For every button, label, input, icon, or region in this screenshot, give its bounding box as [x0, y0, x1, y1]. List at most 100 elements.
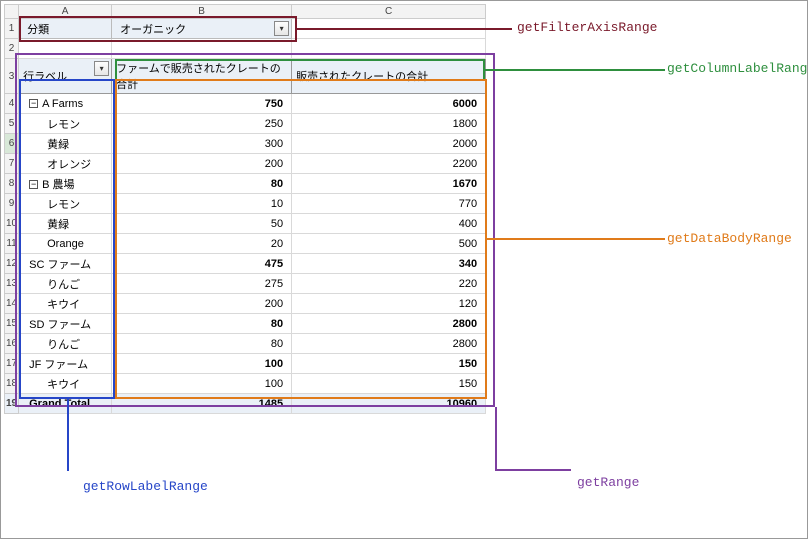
- column-header-c-cell[interactable]: 販売されたクレートの合計: [292, 59, 486, 94]
- row-label-cell[interactable]: 黄緑: [19, 214, 112, 234]
- grand-total-label[interactable]: Grand Total: [19, 394, 112, 414]
- collapse-icon[interactable]: −: [29, 99, 38, 108]
- row-label-cell[interactable]: りんご: [19, 334, 112, 354]
- data-cell-b[interactable]: 100: [112, 374, 292, 394]
- data-cell-c[interactable]: 2800: [292, 334, 486, 354]
- row-label-cell[interactable]: Orange: [19, 234, 112, 254]
- data-cell-c[interactable]: 400: [292, 214, 486, 234]
- row-label-cell[interactable]: JF ファーム: [19, 354, 112, 374]
- data-cell-c[interactable]: 220: [292, 274, 486, 294]
- data-cell-c[interactable]: 770: [292, 194, 486, 214]
- row-label-text: レモン: [47, 199, 80, 211]
- data-cell-c[interactable]: 150: [292, 374, 486, 394]
- row-header-15[interactable]: 15: [5, 314, 19, 334]
- filter-value-cell[interactable]: オーガニック ▾: [112, 19, 292, 39]
- data-cell-b[interactable]: 20: [112, 234, 292, 254]
- filter-dropdown-icon[interactable]: ▾: [274, 21, 289, 36]
- row-header-1[interactable]: 1: [5, 19, 19, 39]
- row-label-cell[interactable]: オレンジ: [19, 154, 112, 174]
- data-cell-b[interactable]: 275: [112, 274, 292, 294]
- row-label-cell[interactable]: レモン: [19, 194, 112, 214]
- data-cell-b[interactable]: 80: [112, 314, 292, 334]
- range-line-v: [495, 407, 497, 469]
- cell-b2[interactable]: [112, 39, 292, 59]
- row-label-cell[interactable]: りんご: [19, 274, 112, 294]
- row-label-cell[interactable]: −A Farms: [19, 94, 112, 114]
- data-cell-b[interactable]: 200: [112, 154, 292, 174]
- col-header-c[interactable]: C: [292, 5, 486, 19]
- data-cell-b[interactable]: 10: [112, 194, 292, 214]
- row-label-cell[interactable]: キウイ: [19, 374, 112, 394]
- row-header-17[interactable]: 17: [5, 354, 19, 374]
- row-label-cell[interactable]: −B 農場: [19, 174, 112, 194]
- row-header-8[interactable]: 8: [5, 174, 19, 194]
- data-cell-c[interactable]: 1670: [292, 174, 486, 194]
- row-label-text: Orange: [47, 238, 84, 250]
- data-cell-b[interactable]: 100: [112, 354, 292, 374]
- row-header-7[interactable]: 7: [5, 154, 19, 174]
- data-cell-b[interactable]: 750: [112, 94, 292, 114]
- row-header-3[interactable]: 3: [5, 59, 19, 94]
- row-header-16[interactable]: 16: [5, 334, 19, 354]
- row-labels-header-cell[interactable]: 行ラベル ▾: [19, 59, 112, 94]
- row-label-text: 黄緑: [47, 139, 69, 151]
- data-cell-b[interactable]: 300: [112, 134, 292, 154]
- collapse-icon[interactable]: −: [29, 180, 38, 189]
- row-labels-dropdown-icon[interactable]: ▾: [94, 61, 109, 76]
- data-cell-b[interactable]: 250: [112, 114, 292, 134]
- row-label-cell[interactable]: キウイ: [19, 294, 112, 314]
- col-header-b[interactable]: B: [112, 5, 292, 19]
- row-header-19[interactable]: 19: [5, 394, 19, 414]
- row-header-13[interactable]: 13: [5, 274, 19, 294]
- spreadsheet-grid: A B C 1 分類 オーガニック ▾ 2 3 行ラベル ▾ ファームで販売され…: [4, 4, 486, 414]
- row-label-text: キウイ: [47, 379, 80, 391]
- cell-c2[interactable]: [292, 39, 486, 59]
- grand-total-b[interactable]: 1485: [112, 394, 292, 414]
- data-cell-c[interactable]: 2800: [292, 314, 486, 334]
- row-header-9[interactable]: 9: [5, 194, 19, 214]
- table-row: 6 黄緑 3002000: [5, 134, 486, 154]
- table-row: 10黄緑50400: [5, 214, 486, 234]
- row-label-cell[interactable]: SD ファーム: [19, 314, 112, 334]
- row-header-5[interactable]: 5: [5, 114, 19, 134]
- row-label-label: getRowLabelRange: [83, 479, 208, 494]
- row-header-11[interactable]: 11: [5, 234, 19, 254]
- data-body-line: [487, 238, 665, 240]
- table-row: 5レモン2501800: [5, 114, 486, 134]
- data-cell-c[interactable]: 120: [292, 294, 486, 314]
- filter-field-label: 分類: [23, 24, 49, 36]
- row-header-2[interactable]: 2: [5, 39, 19, 59]
- data-cell-c[interactable]: 2200: [292, 154, 486, 174]
- table-row: 18 キウイ 100150: [5, 374, 486, 394]
- filter-field-cell[interactable]: 分類: [19, 19, 112, 39]
- cell-a2[interactable]: [19, 39, 112, 59]
- row-header-18[interactable]: 18: [5, 374, 19, 394]
- row-label-cell[interactable]: レモン: [19, 114, 112, 134]
- data-cell-b[interactable]: 50: [112, 214, 292, 234]
- table-row: 15 SD ファーム 802800: [5, 314, 486, 334]
- col-header-a[interactable]: A: [19, 5, 112, 19]
- column-label-label: getColumnLabelRange: [667, 61, 808, 76]
- row-header-4[interactable]: 4: [5, 94, 19, 114]
- data-cell-b[interactable]: 475: [112, 254, 292, 274]
- column-header-b-cell[interactable]: ファームで販売されたクレートの合計: [112, 59, 292, 94]
- row-label-text: りんご: [47, 339, 80, 351]
- row-header-10[interactable]: 10: [5, 214, 19, 234]
- row-header-12[interactable]: 12: [5, 254, 19, 274]
- data-cell-c[interactable]: 500: [292, 234, 486, 254]
- data-cell-c[interactable]: 340: [292, 254, 486, 274]
- data-cell-c[interactable]: 6000: [292, 94, 486, 114]
- data-cell-b[interactable]: 80: [112, 174, 292, 194]
- row-header-14[interactable]: 14: [5, 294, 19, 314]
- data-cell-c[interactable]: 2000: [292, 134, 486, 154]
- grand-total-c[interactable]: 10960: [292, 394, 486, 414]
- row-header-6[interactable]: 6: [5, 134, 19, 154]
- row-label-cell[interactable]: 黄緑: [19, 134, 112, 154]
- data-cell-c[interactable]: 1800: [292, 114, 486, 134]
- range-line-h: [495, 469, 571, 471]
- row-label-text: SD ファーム: [29, 319, 91, 331]
- row-label-cell[interactable]: SC ファーム: [19, 254, 112, 274]
- data-cell-b[interactable]: 200: [112, 294, 292, 314]
- data-cell-b[interactable]: 80: [112, 334, 292, 354]
- data-cell-c[interactable]: 150: [292, 354, 486, 374]
